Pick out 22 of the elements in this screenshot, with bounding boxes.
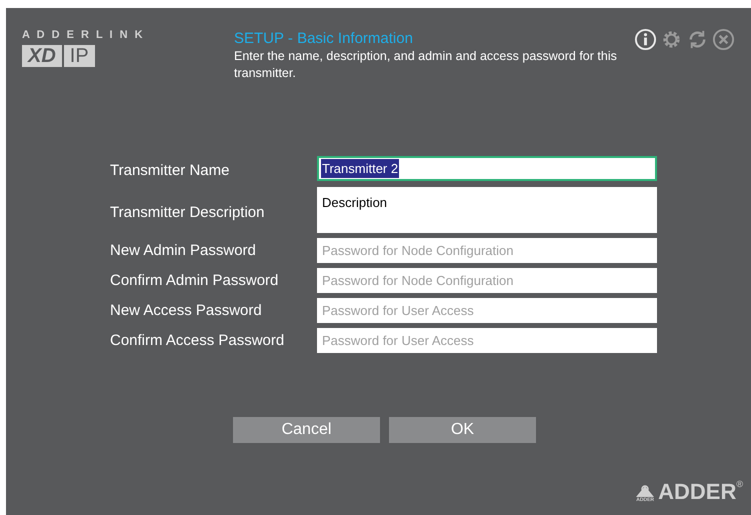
password-field[interactable]: Password for User Access [317,298,657,323]
field-label: Confirm Admin Password [110,273,280,288]
field-label: Transmitter Description [110,202,266,220]
logo-text: A D D E R L I N K [22,30,146,41]
logo-text: IP [64,45,95,67]
description-field[interactable]: Description [317,187,657,233]
password-field[interactable]: Password for User Access [317,328,657,353]
password-field[interactable]: Password for Node Configuration [317,238,657,263]
crest-icon [634,484,656,498]
registered-mark: ® [736,478,743,491]
logo-text: XD [22,45,62,67]
field-label: New Access Password [110,303,263,318]
close-icon[interactable] [712,28,735,51]
field-label: Transmitter Name [110,161,230,178]
brand-logo-text: ADDER [658,481,736,503]
page-title: SETUP - Basic Information [234,30,414,48]
password-field[interactable]: Password for Node Configuration [317,268,657,293]
page-description: Enter the name, description, and admin and access password for this transmitter. [234,48,618,82]
name-field[interactable]: Transmitter 2 [317,156,657,181]
field-label: Confirm Access Password [110,333,286,348]
info-icon[interactable] [634,28,657,51]
field-label: New Admin Password [110,243,257,258]
